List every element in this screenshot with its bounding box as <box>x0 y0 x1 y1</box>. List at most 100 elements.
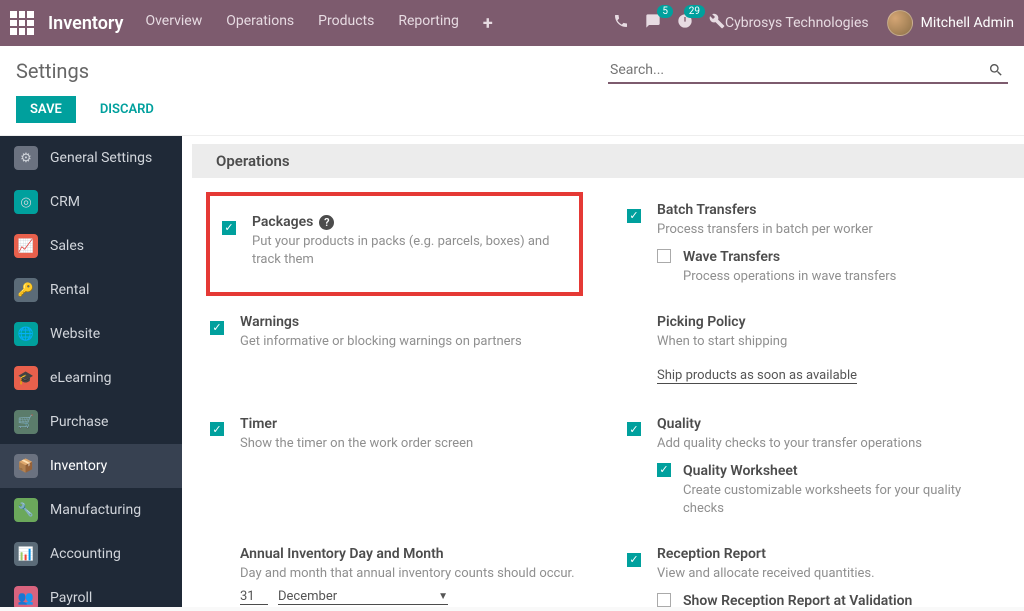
settings-content: Operations Packages ? Put your products … <box>182 136 1024 607</box>
si-purchase-icon: 🛒 <box>14 410 38 434</box>
sidebar-item-label: Purchase <box>50 414 108 430</box>
sub-wave-transfers: Wave Transfers Process operations in wav… <box>657 249 996 286</box>
si-gear-icon: ⚙ <box>14 146 38 170</box>
help-icon[interactable]: ? <box>319 215 334 230</box>
sidebar-item-manufacturing[interactable]: 🔧 Manufacturing <box>0 488 182 532</box>
sidebar-item-label: Payroll <box>50 590 92 606</box>
sidebar-item-label: Rental <box>50 282 89 298</box>
sidebar-item-sales[interactable]: 📈Sales <box>0 224 182 268</box>
app-brand[interactable]: Inventory <box>48 13 123 34</box>
desc-packages: Put your products in packs (e.g. parcels… <box>252 233 567 269</box>
sub-quality-worksheet: Quality Worksheet Create customizable wo… <box>657 463 996 518</box>
sidebar-item-accounting[interactable]: 📊 Accounting <box>0 532 182 576</box>
si-website-icon: 🌐 <box>14 322 38 346</box>
sidebar-item-rental[interactable]: 🔑Rental <box>0 268 182 312</box>
si-elearn-icon: 🎓 <box>14 366 38 390</box>
checkbox-quality-worksheet[interactable] <box>657 463 671 477</box>
section-header-operations: Operations <box>192 144 1024 178</box>
sidebar-item-elearning[interactable]: 🎓 eLearning <box>0 356 182 400</box>
nav-add-icon[interactable]: + <box>483 13 493 34</box>
sidebar-item-label: Manufacturing <box>50 502 141 518</box>
desc-wave-transfers: Process operations in wave transfers <box>683 268 996 286</box>
page-title: Settings <box>16 59 89 83</box>
checkbox-packages[interactable] <box>222 221 236 235</box>
company-switcher[interactable]: Cybrosys Technologies <box>725 15 869 31</box>
sidebar-item-website[interactable]: 🌐 Website <box>0 312 182 356</box>
setting-batch-transfers: Batch Transfers Process transfers in bat… <box>623 188 1000 300</box>
checkbox-wave-transfers[interactable] <box>657 249 671 263</box>
desc-reception-report: View and allocate received quantities. <box>657 565 996 583</box>
apps-launcher-icon[interactable] <box>10 11 34 35</box>
label-batch-transfers: Batch Transfers <box>657 202 756 218</box>
sidebar-item-purchase[interactable]: 🛒 Purchase <box>0 400 182 444</box>
desc-picking-policy: When to start shipping <box>657 333 996 351</box>
messages-icon[interactable]: 5 <box>645 13 661 33</box>
label-annual-inventory: Annual Inventory Day and Month <box>240 546 444 562</box>
desc-annual-inventory: Day and month that annual inventory coun… <box>240 565 579 583</box>
search-input[interactable] <box>608 58 1008 82</box>
sidebar-item-label: CRM <box>50 194 80 210</box>
top-navbar: Inventory Overview Operations Products R… <box>0 0 1024 46</box>
sidebar-item-inventory[interactable]: 📦Inventory <box>0 444 182 488</box>
si-inventory-icon: 📦 <box>14 454 38 478</box>
nav-overview[interactable]: Overview <box>145 13 202 34</box>
nav-products[interactable]: Products <box>318 13 374 34</box>
sub-show-reception-validation: Show Reception Report at Validation Auto… <box>657 593 996 607</box>
sidebar-item-label: Sales <box>50 238 84 254</box>
sidebar-item-crm[interactable]: ◎ CRM <box>0 180 182 224</box>
input-inventory-day[interactable] <box>240 589 268 605</box>
activities-icon[interactable]: 29 <box>677 13 693 33</box>
nav-operations[interactable]: Operations <box>226 13 294 34</box>
highlight-packages: Packages ? Put your products in packs (e… <box>206 192 583 296</box>
checkbox-reception-report[interactable] <box>627 553 641 567</box>
sidebar-item-label: Accounting <box>50 546 121 562</box>
sidebar-item-payroll[interactable]: 👥 Payroll <box>0 576 182 607</box>
nav-links: Overview Operations Products Reporting + <box>145 13 492 34</box>
label-packages: Packages <box>252 214 313 230</box>
user-name: Mitchell Admin <box>921 15 1014 31</box>
si-account-icon: 📊 <box>14 542 38 566</box>
checkbox-show-reception-validation[interactable] <box>657 593 671 607</box>
search-container <box>608 58 1008 84</box>
checkbox-quality[interactable] <box>627 422 641 436</box>
label-show-reception-validation: Show Reception Report at Validation <box>683 593 912 607</box>
desc-warnings: Get informative or blocking warnings on … <box>240 333 579 351</box>
sidebar-item-label: Website <box>50 326 100 342</box>
setting-reception-report: Reception Report View and allocate recei… <box>623 532 1000 607</box>
si-payroll-icon: 👥 <box>14 586 38 607</box>
user-avatar <box>887 10 913 36</box>
nav-reporting[interactable]: Reporting <box>398 13 459 34</box>
search-icon[interactable] <box>988 62 1004 78</box>
action-bar: SAVE DISCARD <box>0 92 1024 136</box>
sidebar-item-label: General Settings <box>50 150 152 166</box>
checkbox-timer[interactable] <box>210 422 224 436</box>
desc-quality-worksheet: Create customizable worksheets for your … <box>683 482 996 518</box>
setting-quality: Quality Add quality checks to your trans… <box>623 402 1000 533</box>
label-reception-report: Reception Report <box>657 546 766 562</box>
messages-badge: 5 <box>657 5 673 18</box>
save-button[interactable]: SAVE <box>16 96 76 123</box>
si-mfg-icon: 🔧 <box>14 498 38 522</box>
chevron-down-icon[interactable]: ▼ <box>438 591 448 602</box>
setting-timer: Timer Show the timer on the work order s… <box>206 402 583 533</box>
user-menu[interactable]: Mitchell Admin <box>887 10 1014 36</box>
si-crm-icon: ◎ <box>14 190 38 214</box>
activities-badge: 29 <box>684 5 705 18</box>
phone-icon[interactable] <box>613 13 629 33</box>
desc-timer: Show the timer on the work order screen <box>240 435 579 453</box>
page-header: Settings <box>0 46 1024 92</box>
discard-button[interactable]: DISCARD <box>90 96 164 123</box>
label-wave-transfers: Wave Transfers <box>683 249 780 265</box>
sidebar-item-label: eLearning <box>50 370 111 386</box>
systray: 5 29 <box>613 13 725 33</box>
setting-packages: Packages ? Put your products in packs (e… <box>218 200 571 283</box>
select-inventory-month[interactable]: December <box>278 589 337 604</box>
checkbox-batch-transfers[interactable] <box>627 209 641 223</box>
select-picking-policy[interactable]: Ship products as soon as available <box>657 368 857 383</box>
debug-icon[interactable] <box>709 13 725 33</box>
label-picking-policy: Picking Policy <box>657 314 746 330</box>
checkbox-warnings[interactable] <box>210 321 224 335</box>
label-quality-worksheet: Quality Worksheet <box>683 463 798 479</box>
sidebar-item-general-settings[interactable]: ⚙ General Settings <box>0 136 182 180</box>
label-timer: Timer <box>240 416 277 432</box>
